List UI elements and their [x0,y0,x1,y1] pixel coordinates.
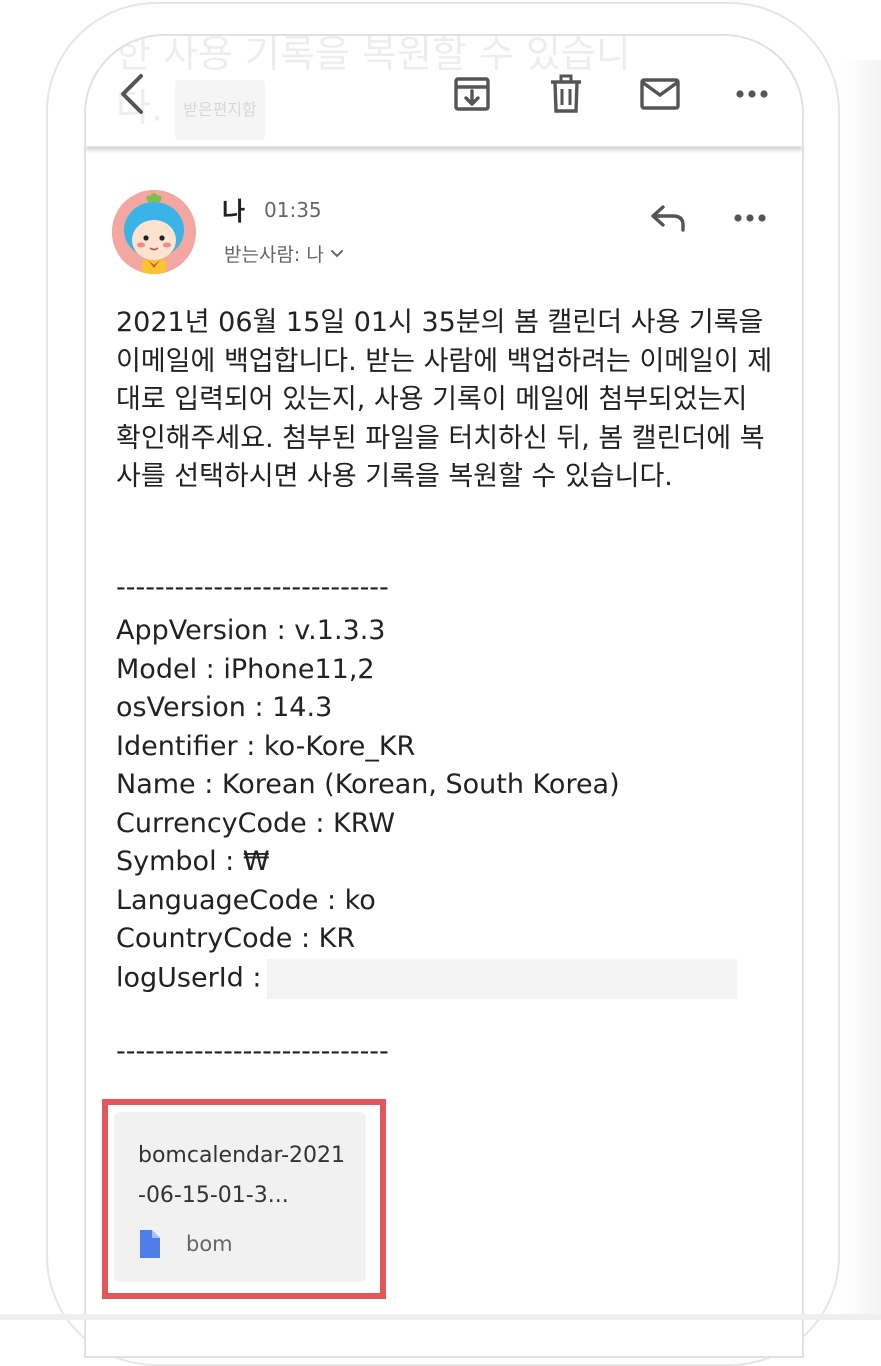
attachment-filename: bomcalendar-2021-06-15-01-3... [138,1143,346,1208]
info-currency-code: CurrencyCode : KRW [116,807,396,839]
mail-icon [640,78,680,110]
info-log-user-id: logUserId : [116,958,738,999]
recipient-label: 받는사람: 나 [224,244,324,266]
info-name: Name : Korean (Korean, South Korea) [116,769,620,800]
mark-unread-button[interactable] [636,70,684,118]
attachment-type-label: bom [186,1232,233,1256]
log-user-id-label: logUserId : [116,962,262,993]
info-model: Model : iPhone11,2 [116,653,375,685]
reply-button[interactable] [646,196,690,240]
sender-avatar [112,190,196,274]
info-symbol: Symbol : ₩ [116,846,270,877]
phone-screen: 한 사용 기록을 복원할 수 있습니다. 받은편지함 나 01:35 받는사람:… [84,34,804,1358]
more-options-button[interactable] [728,70,776,118]
redacted-value [267,958,738,999]
device-info-list: AppVersion : v.1.3.3 Model : iPhone11,2 … [116,612,738,999]
chevron-down-icon [330,249,343,257]
email-toolbar: 한 사용 기록을 복원할 수 있습니다. 받은편지함 [86,36,802,147]
info-app-version: AppVersion : v.1.3.3 [116,615,386,646]
info-language-code: LanguageCode : ko [116,884,376,916]
sent-time: 01:35 [264,198,322,222]
info-os-version: osVersion : 14.3 [116,692,333,723]
chevron-left-icon [121,74,143,114]
separator-top: ---------------------------- [116,572,389,603]
archive-button[interactable] [448,70,496,118]
body-paragraph: 2021년 06월 15일 01시 35분의 봄 캘린더 사용 기록을 이메일에… [116,307,773,492]
info-identifier: Identifier : ko-Kore_KR [116,730,416,762]
message-body: 2021년 06월 15일 01시 35분의 봄 캘린더 사용 기록을 이메일에… [116,304,776,497]
frame-shadow [841,60,881,1320]
separator-bottom: ---------------------------- [116,1036,389,1067]
message-more-button[interactable] [728,196,772,240]
more-horizontal-icon [736,90,768,98]
file-icon [140,1230,160,1258]
trash-icon [551,74,581,113]
attachment-type: bom [138,1230,233,1258]
recipient-toggle[interactable]: 받는사람: 나 [224,240,344,267]
bottom-edge [0,1314,881,1320]
more-horizontal-icon [734,214,766,222]
ghost-subject: 한 사용 기록을 복원할 수 있습니다. 받은편지함 [116,36,676,140]
archive-icon [454,77,490,111]
back-button[interactable] [108,70,156,118]
reply-icon [651,205,685,232]
delete-button[interactable] [542,70,590,118]
sender-name: 나 [222,197,246,226]
attachment-card[interactable]: bomcalendar-2021-06-15-01-3... bom [114,1112,366,1282]
ghost-inbox-badge: 받은편지함 [175,80,265,140]
info-country-code: CountryCode : KR [116,923,356,954]
